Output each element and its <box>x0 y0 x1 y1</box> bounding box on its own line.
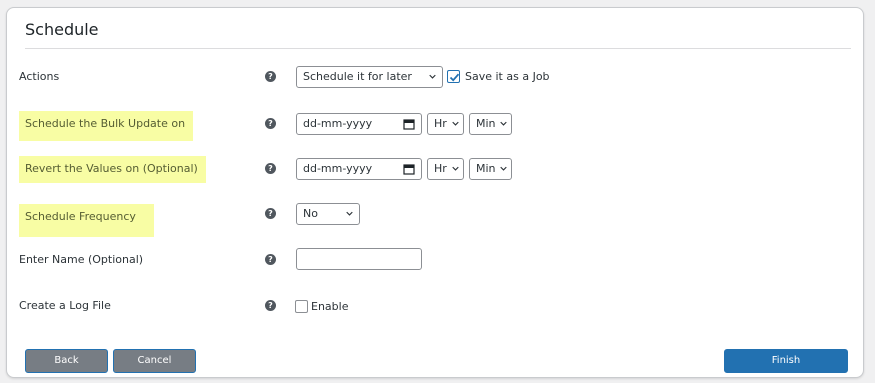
help-icon[interactable]: ? <box>265 300 276 311</box>
revert-minute-select[interactable]: Min <box>469 158 512 180</box>
calendar-icon[interactable] <box>403 118 415 130</box>
schedule-hour-value: Hr <box>434 117 447 130</box>
name-row: Enter Name (Optional) ? <box>0 247 875 273</box>
help-icon[interactable]: ? <box>265 71 276 82</box>
log-file-row: Create a Log File ? Enable <box>0 293 875 319</box>
actions-select[interactable]: Schedule it for later <box>296 66 443 88</box>
log-file-label: Create a Log File <box>19 299 111 312</box>
frequency-label: Schedule Frequency <box>19 204 154 237</box>
schedule-hour-select[interactable]: Hr <box>427 113 464 135</box>
schedule-minute-select[interactable]: Min <box>469 113 512 135</box>
frequency-select[interactable]: No <box>296 203 360 225</box>
chevron-down-icon <box>346 211 353 216</box>
revert-hour-value: Hr <box>434 162 447 175</box>
chevron-down-icon <box>452 121 459 126</box>
chevron-down-icon <box>500 166 507 171</box>
actions-row: Actions ? Schedule it for later Save it … <box>0 64 875 90</box>
chevron-down-icon <box>500 121 507 126</box>
help-icon[interactable]: ? <box>265 118 276 129</box>
revert-values-label: Revert the Values on (Optional) <box>19 156 206 183</box>
help-icon[interactable]: ? <box>265 208 276 219</box>
title-divider <box>25 48 851 49</box>
revert-hour-select[interactable]: Hr <box>427 158 464 180</box>
chevron-down-icon <box>429 74 436 79</box>
save-job-checkbox[interactable] <box>447 70 460 83</box>
calendar-icon[interactable] <box>403 163 415 175</box>
actions-label: Actions <box>19 70 60 83</box>
chevron-down-icon <box>452 166 459 171</box>
schedule-date-placeholder: dd-mm-yyyy <box>303 117 373 130</box>
frequency-row: Schedule Frequency ? No <box>0 201 875 237</box>
back-button[interactable]: Back <box>25 349 108 373</box>
schedule-minute-value: Min <box>476 117 496 130</box>
enable-log-checkbox[interactable] <box>295 300 308 313</box>
checkmark-icon <box>449 73 460 82</box>
schedule-date-input[interactable]: dd-mm-yyyy <box>296 113 422 135</box>
help-icon[interactable]: ? <box>265 163 276 174</box>
cancel-button[interactable]: Cancel <box>113 349 196 373</box>
help-icon[interactable]: ? <box>265 254 276 265</box>
save-job-label[interactable]: Save it as a Job <box>465 70 550 83</box>
section-title: Schedule <box>25 20 99 39</box>
actions-select-value: Schedule it for later <box>303 70 412 83</box>
schedule-bulk-label: Schedule the Bulk Update on <box>19 111 194 141</box>
revert-date-input[interactable]: dd-mm-yyyy <box>296 158 422 180</box>
name-label: Enter Name (Optional) <box>19 253 144 266</box>
frequency-select-value: No <box>303 207 318 220</box>
schedule-bulk-row: Schedule the Bulk Update on ? dd-mm-yyyy… <box>0 111 875 141</box>
enable-log-label[interactable]: Enable <box>311 300 348 313</box>
name-input[interactable] <box>296 248 422 270</box>
revert-minute-value: Min <box>476 162 496 175</box>
finish-button[interactable]: Finish <box>724 349 848 373</box>
schedule-panel: Schedule <box>6 7 864 378</box>
revert-date-placeholder: dd-mm-yyyy <box>303 162 373 175</box>
revert-values-row: Revert the Values on (Optional) ? dd-mm-… <box>0 156 875 183</box>
